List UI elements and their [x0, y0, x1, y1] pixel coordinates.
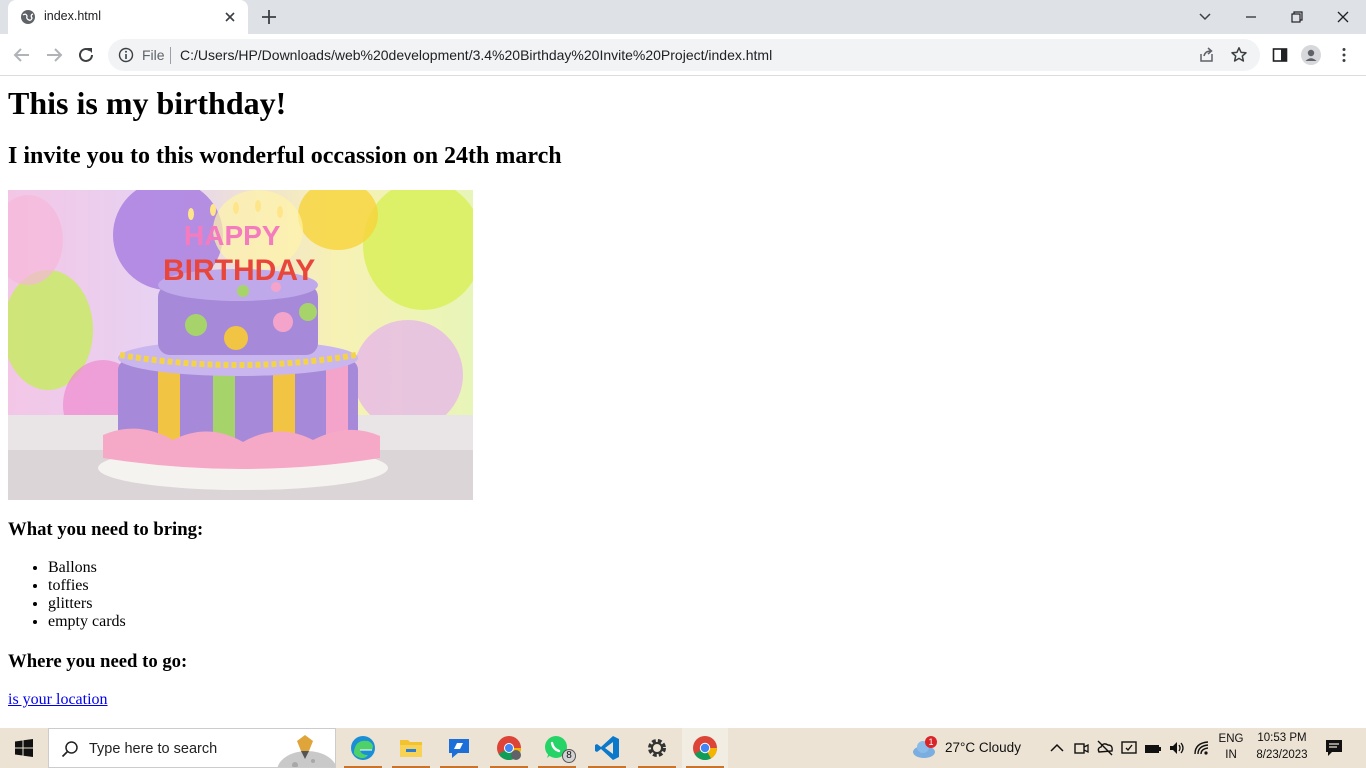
tab-index-html[interactable]: index.html — [8, 0, 248, 34]
tab-strip: index.html — [0, 0, 1366, 34]
taskbar-edge[interactable] — [340, 728, 386, 768]
search-placeholder: Type here to search — [89, 741, 218, 757]
restore-button[interactable] — [1274, 0, 1320, 34]
taskbar-remote-app[interactable] — [436, 728, 482, 768]
search-icon — [61, 741, 78, 758]
url-text[interactable]: C:/Users/HP/Downloads/web%20development/… — [180, 47, 772, 63]
clock-time[interactable]: 10:53 PM — [1250, 732, 1314, 744]
language-code[interactable]: ENG — [1218, 733, 1244, 745]
start-button[interactable] — [0, 728, 48, 768]
bring-list: Ballons toffies glitters empty cards — [8, 559, 126, 631]
taskbar-whatsapp[interactable]: 8 — [534, 728, 580, 768]
invite-subheading: I invite you to this wonderful occassion… — [8, 143, 562, 169]
list-item: glitters — [48, 595, 126, 613]
new-tab-plus-icon[interactable] — [260, 8, 278, 26]
windows-taskbar: Type here to search 8 1 27°C Cloudy ENG … — [0, 728, 1366, 768]
side-panel-button[interactable] — [1270, 45, 1290, 65]
file-chip: File — [142, 47, 165, 63]
tab-search-button[interactable] — [1182, 0, 1228, 34]
page-title: This is my birthday! — [8, 85, 287, 121]
list-item: toffies — [48, 577, 126, 595]
chevron-down-icon — [1199, 13, 1211, 21]
menu-button[interactable] — [1334, 45, 1354, 65]
address-bar[interactable]: File C:/Users/HP/Downloads/web%20develop… — [108, 39, 1260, 71]
tab-title: index.html — [44, 9, 101, 23]
minimize-icon — [1246, 16, 1256, 18]
birthday-cake-image: HAPPY BIRTHDAY — [8, 190, 473, 500]
volume-icon[interactable] — [1168, 739, 1186, 757]
wifi-icon[interactable] — [1193, 739, 1211, 757]
taskbar-chrome-profile[interactable] — [486, 728, 532, 768]
security-icon[interactable] — [1120, 739, 1138, 757]
omnibox-separator — [170, 47, 171, 64]
chrome-icon — [497, 736, 521, 761]
side-panel-icon — [1272, 48, 1288, 62]
windows-logo-icon — [15, 739, 33, 757]
browser-toolbar: File C:/Users/HP/Downloads/web%20develop… — [0, 34, 1366, 76]
clock-date[interactable]: 8/23/2023 — [1250, 749, 1314, 761]
battery-plug-icon[interactable] — [1144, 739, 1162, 757]
go-heading: Where you need to go: — [8, 651, 188, 672]
weather-text[interactable]: 27°C Cloudy — [945, 740, 1021, 755]
cake-happy-text: HAPPY — [184, 220, 281, 251]
reload-button[interactable] — [76, 45, 96, 65]
edge-icon — [351, 736, 375, 760]
taskbar-vscode[interactable] — [584, 728, 630, 768]
taskbar-settings[interactable] — [634, 728, 680, 768]
bookmark-star-icon[interactable] — [1230, 46, 1248, 64]
folder-icon — [400, 740, 422, 757]
bring-heading: What you need to bring: — [8, 519, 204, 540]
taskbar-file-explorer[interactable] — [388, 728, 434, 768]
page-content: This is my birthday! I invite you to thi… — [0, 77, 1366, 728]
location-link[interactable]: is your location — [8, 691, 108, 709]
globe-icon — [21, 10, 35, 24]
cake-birthday-text: BIRTHDAY — [163, 254, 315, 287]
gear-icon — [648, 739, 666, 757]
forward-button[interactable] — [44, 45, 64, 65]
search-highlight-illustration-icon — [277, 735, 335, 767]
taskbar-chrome[interactable] — [682, 728, 728, 768]
close-icon[interactable] — [222, 9, 238, 25]
language-region[interactable]: IN — [1218, 749, 1244, 761]
list-item: Ballons — [48, 559, 126, 577]
onedrive-off-icon[interactable] — [1096, 739, 1114, 757]
chat-bubble-icon — [449, 739, 469, 758]
more-vert-icon — [1342, 48, 1346, 62]
profile-button[interactable] — [1301, 45, 1321, 65]
arrow-right-icon — [47, 48, 63, 62]
whatsapp-badge: 8 — [562, 749, 576, 763]
restore-icon — [1291, 11, 1303, 23]
minimize-button[interactable] — [1228, 0, 1274, 34]
info-icon[interactable] — [118, 47, 134, 63]
chrome-icon — [693, 736, 717, 761]
list-item: empty cards — [48, 613, 126, 631]
share-icon[interactable] — [1198, 46, 1216, 64]
close-icon — [1337, 11, 1349, 23]
arrow-left-icon — [13, 48, 29, 62]
taskbar-search[interactable]: Type here to search — [48, 728, 336, 768]
weather-alert-badge: 1 — [925, 736, 937, 748]
meet-now-icon[interactable] — [1072, 739, 1090, 757]
vscode-icon — [595, 736, 619, 760]
back-button[interactable] — [12, 45, 32, 65]
notifications-icon[interactable] — [1324, 738, 1344, 758]
chevron-up-icon[interactable] — [1048, 739, 1066, 757]
avatar-icon — [1301, 45, 1321, 65]
close-window-button[interactable] — [1320, 0, 1366, 34]
reload-icon — [79, 47, 93, 62]
